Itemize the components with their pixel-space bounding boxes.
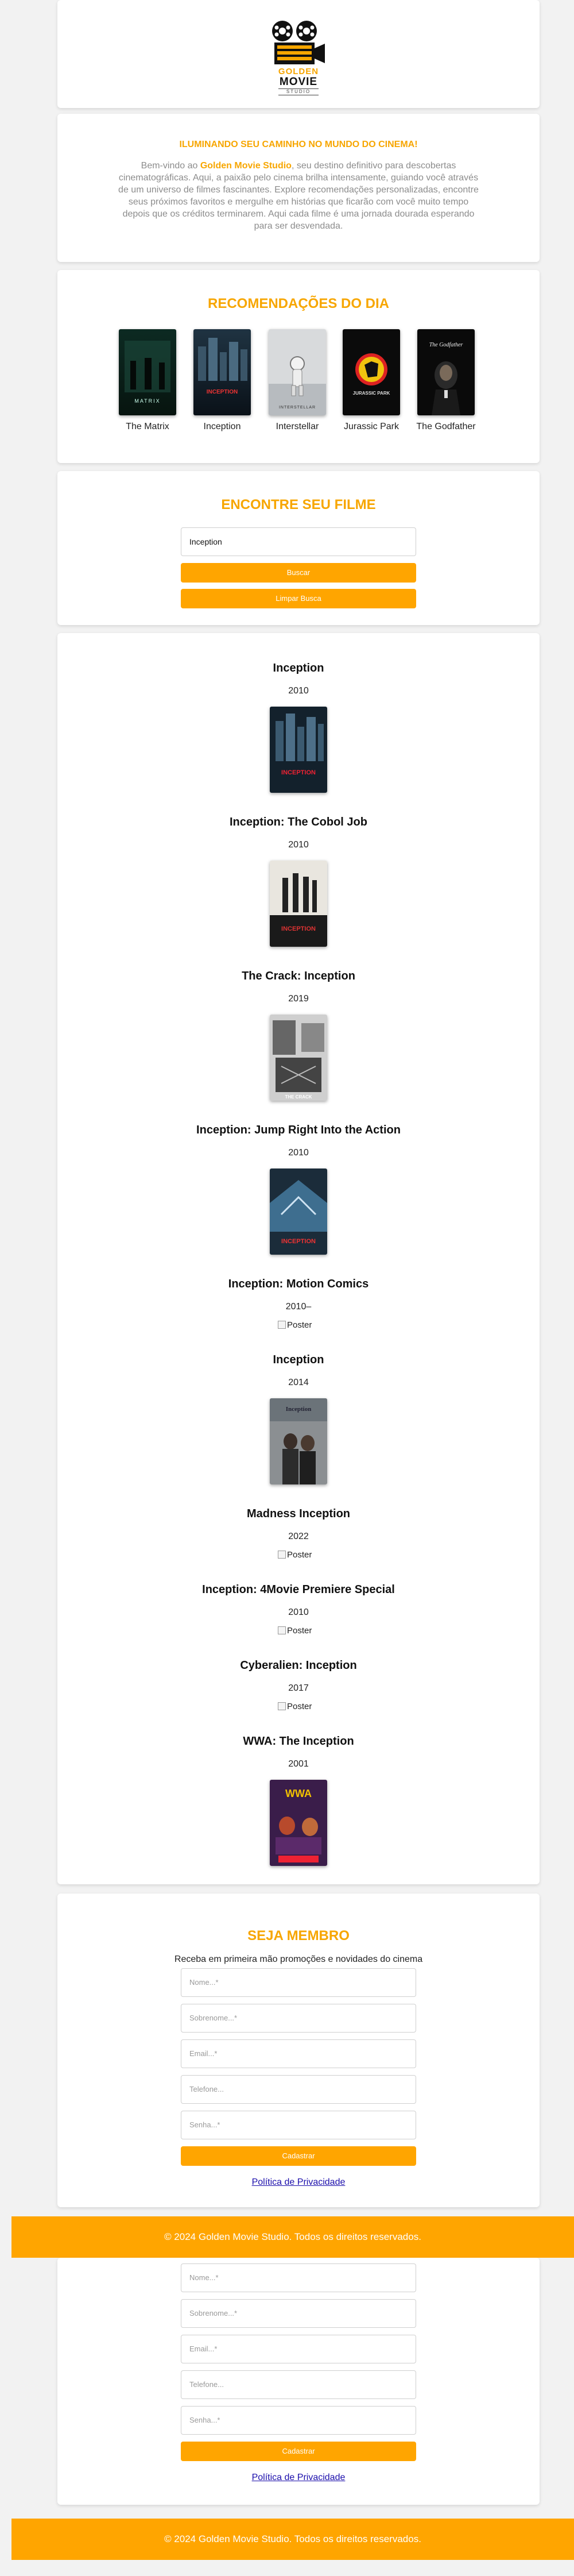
intro-brand-name: Golden Movie Studio (200, 161, 292, 171)
result-year: 2017 (288, 1683, 309, 1693)
rec-poster-text: INTERSTELLAR (279, 406, 316, 410)
result-title: Inception: Jump Right Into the Action (196, 1124, 401, 1136)
result-poster[interactable]: INCEPTION (270, 861, 327, 947)
result-title: Cyberalien: Inception (240, 1659, 357, 1672)
password-field[interactable]: Senha...* (181, 2111, 416, 2139)
rec-name-inception[interactable]: Inception (185, 422, 259, 432)
password-field[interactable]: Senha...* (181, 2406, 416, 2435)
phone-field[interactable]: Telefone... (181, 2370, 416, 2399)
rec-poster-text: INCEPTION (207, 389, 238, 395)
rec-poster-text: MATRIX (134, 398, 160, 404)
result-poster-text: Inception (286, 1406, 312, 1413)
result-poster-broken: Poster (278, 1702, 312, 1711)
result-year: 2014 (288, 1378, 309, 1387)
last-name-field[interactable]: Sobrenome...* (181, 2299, 416, 2328)
result-year: 2001 (288, 1759, 309, 1769)
broken-image-icon (278, 1551, 286, 1559)
result-poster[interactable]: INCEPTION (270, 1169, 327, 1255)
logo-text-movie: MOVIE (279, 76, 318, 88)
first-name-field[interactable]: Nome...* (181, 1968, 416, 1997)
rec-poster-text: JURASSIC PARK (353, 391, 390, 396)
email-field[interactable]: Email...* (181, 2335, 416, 2363)
rec-poster-jurassic-park[interactable]: JURASSIC PARK (343, 329, 400, 415)
rec-poster-matrix[interactable]: MATRIX (119, 329, 176, 415)
membership-card: SEJA MEMBRO Receba em primeira mão promo… (57, 1894, 540, 2207)
search-card: ENCONTRE SEU FILME Inception Buscar Limp… (57, 471, 540, 625)
result-title: WWA: The Inception (243, 1735, 354, 1748)
broken-image-icon (278, 1626, 286, 1634)
register-button[interactable]: Cadastrar (181, 2146, 416, 2166)
rec-name-interstellar[interactable]: Interstellar (260, 422, 335, 432)
result-year: 2010 (288, 840, 309, 850)
result-poster[interactable]: WWA (270, 1780, 327, 1866)
register-button[interactable]: Cadastrar (181, 2442, 416, 2461)
logo-text-golden: GOLDEN (278, 67, 319, 76)
rec-poster-interstellar[interactable]: INTERSTELLAR (269, 329, 326, 415)
rec-name-godfather[interactable]: The Godfather (409, 422, 483, 432)
result-title: Inception: The Cobol Job (230, 816, 367, 828)
privacy-policy-link[interactable]: Política de Privacidade (57, 2473, 540, 2483)
result-year: 2022 (288, 1532, 309, 1541)
intro-text-after: , seu destino definitivo para descoberta… (118, 161, 479, 231)
recommendations-card: RECOMENDAÇÕES DO DIA MATRIX The Matrix I… (57, 270, 540, 463)
result-title: Inception: Motion Comics (228, 1278, 369, 1290)
result-year: 2010 (288, 1607, 309, 1617)
intro-card: ILUMINANDO SEU CAMINHO NO MUNDO DO CINEM… (57, 114, 540, 262)
phone-field[interactable]: Telefone... (181, 2075, 416, 2104)
result-poster-text: INCEPTION (281, 769, 316, 776)
result-title: Inception (273, 1353, 324, 1366)
result-title: The Crack: Inception (242, 970, 355, 982)
email-field[interactable]: Email...* (181, 2039, 416, 2068)
intro-text: Bem-vindo ao Golden Movie Studio, seu de… (115, 160, 482, 232)
result-poster-text: INCEPTION (281, 925, 316, 932)
result-year: 2010– (285, 1302, 312, 1312)
result-poster-text: WWA (285, 1788, 312, 1799)
first-name-field[interactable]: Nome...* (181, 2263, 416, 2292)
results-card: Inception 2010 INCEPTION Inception: The … (57, 633, 540, 1884)
recommendations-title: RECOMENDAÇÕES DO DIA (207, 296, 390, 311)
result-poster[interactable]: INCEPTION (270, 707, 327, 793)
rec-name-matrix[interactable]: The Matrix (110, 422, 185, 432)
rec-poster-inception[interactable]: INCEPTION (193, 329, 251, 415)
result-poster-broken: Poster (278, 1320, 312, 1330)
membership-title: SEJA MEMBRO (247, 1928, 350, 1943)
search-button[interactable]: Buscar (181, 563, 416, 583)
result-poster-broken: Poster (278, 1550, 312, 1560)
result-title: Inception: 4Movie Premiere Special (202, 1583, 395, 1596)
result-title: Inception (273, 662, 324, 674)
search-title: ENCONTRE SEU FILME (221, 497, 376, 512)
membership-card-duplicate: Nome...* Sobrenome...* Email...* Telefon… (57, 2258, 540, 2505)
intro-text-before: Bem-vindo ao (141, 161, 200, 171)
result-poster[interactable]: THE CRACK (270, 1015, 327, 1101)
result-title: Madness Inception (246, 1507, 351, 1520)
clear-search-button[interactable]: Limpar Busca (181, 589, 416, 608)
result-year: 2010 (288, 1148, 309, 1158)
broken-image-icon (278, 1702, 286, 1710)
rec-poster-godfather[interactable]: The Godfather (417, 329, 475, 415)
last-name-field[interactable]: Sobrenome...* (181, 2004, 416, 2033)
privacy-policy-link[interactable]: Política de Privacidade (57, 2177, 540, 2188)
membership-subtitle: Receba em primeira mão promoções e novid… (174, 1954, 423, 1964)
result-poster-broken: Poster (278, 1626, 312, 1636)
result-poster-text: THE CRACK (285, 1094, 312, 1100)
logo[interactable]: GOLDEN MOVIE STUDIO (270, 20, 327, 100)
footer-bottom: © 2024 Golden Movie Studio. Todos os dir… (11, 2519, 574, 2560)
result-poster-text: INCEPTION (281, 1238, 316, 1245)
result-year: 2010 (288, 686, 309, 696)
rec-poster-text: The Godfather (429, 342, 463, 348)
result-year: 2019 (288, 994, 309, 1004)
rec-name-jurassic-park[interactable]: Jurassic Park (334, 422, 409, 432)
result-poster[interactable]: Inception (270, 1398, 327, 1484)
footer: © 2024 Golden Movie Studio. Todos os dir… (11, 2216, 574, 2258)
intro-headline: ILUMINANDO SEU CAMINHO NO MUNDO DO CINEM… (179, 140, 418, 149)
header-card: GOLDEN MOVIE STUDIO (57, 0, 540, 108)
search-input[interactable]: Inception (181, 527, 416, 556)
logo-text-studio: STUDIO (278, 88, 319, 95)
broken-image-icon (278, 1321, 286, 1329)
